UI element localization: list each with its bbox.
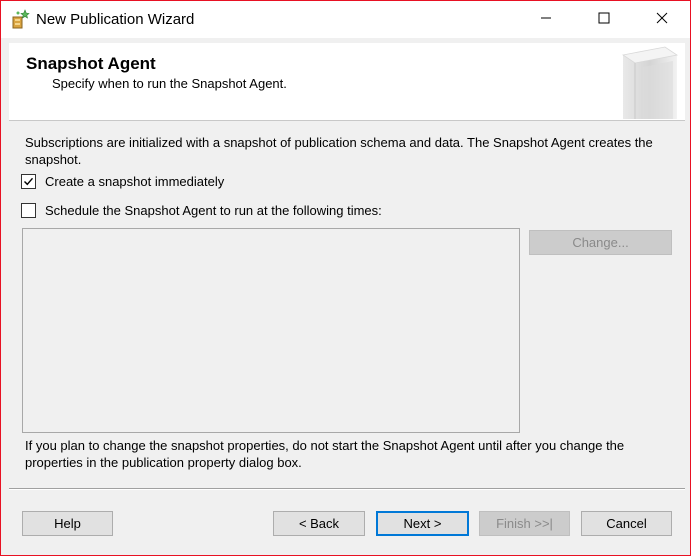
create-snapshot-option[interactable]: Create a snapshot immediately: [21, 172, 224, 190]
wizard-header: Snapshot Agent Specify when to run the S…: [9, 43, 685, 121]
schedule-agent-label[interactable]: Schedule the Snapshot Agent to run at th…: [45, 203, 382, 218]
page-title: Snapshot Agent: [26, 54, 156, 73]
finish-button[interactable]: Finish >>|: [479, 511, 570, 536]
minimize-icon: [540, 12, 552, 27]
window-title: New Publication Wizard: [36, 11, 195, 28]
back-button[interactable]: < Back: [273, 511, 365, 536]
minimize-button[interactable]: [517, 1, 575, 38]
note-text: If you plan to change the snapshot prope…: [25, 438, 625, 470]
close-icon: [656, 12, 668, 27]
intro-text: Subscriptions are initialized with a sna…: [25, 135, 653, 167]
maximize-icon: [598, 12, 610, 27]
next-button[interactable]: Next >: [376, 511, 469, 536]
server-graphic-icon: [613, 45, 685, 119]
schedule-agent-checkbox[interactable]: [21, 202, 36, 218]
publication-wizard-icon: [10, 8, 32, 30]
maximize-button[interactable]: [575, 1, 633, 38]
change-schedule-button[interactable]: Change...: [529, 230, 672, 255]
schedule-agent-option[interactable]: Schedule the Snapshot Agent to run at th…: [21, 201, 382, 219]
create-snapshot-label[interactable]: Create a snapshot immediately: [45, 174, 224, 189]
cancel-button[interactable]: Cancel: [581, 511, 672, 536]
schedule-description-box: [22, 228, 520, 433]
page-subtitle: Specify when to run the Snapshot Agent.: [52, 76, 287, 91]
checkmark-icon: [24, 177, 34, 185]
title-bar[interactable]: New Publication Wizard: [1, 1, 690, 38]
close-button[interactable]: [633, 1, 690, 38]
help-button[interactable]: Help: [22, 511, 113, 536]
footer-separator: [9, 488, 685, 490]
create-snapshot-checkbox[interactable]: [21, 173, 36, 189]
wizard-window: New Publication Wizard Snapshot Agent Sp…: [0, 0, 691, 556]
